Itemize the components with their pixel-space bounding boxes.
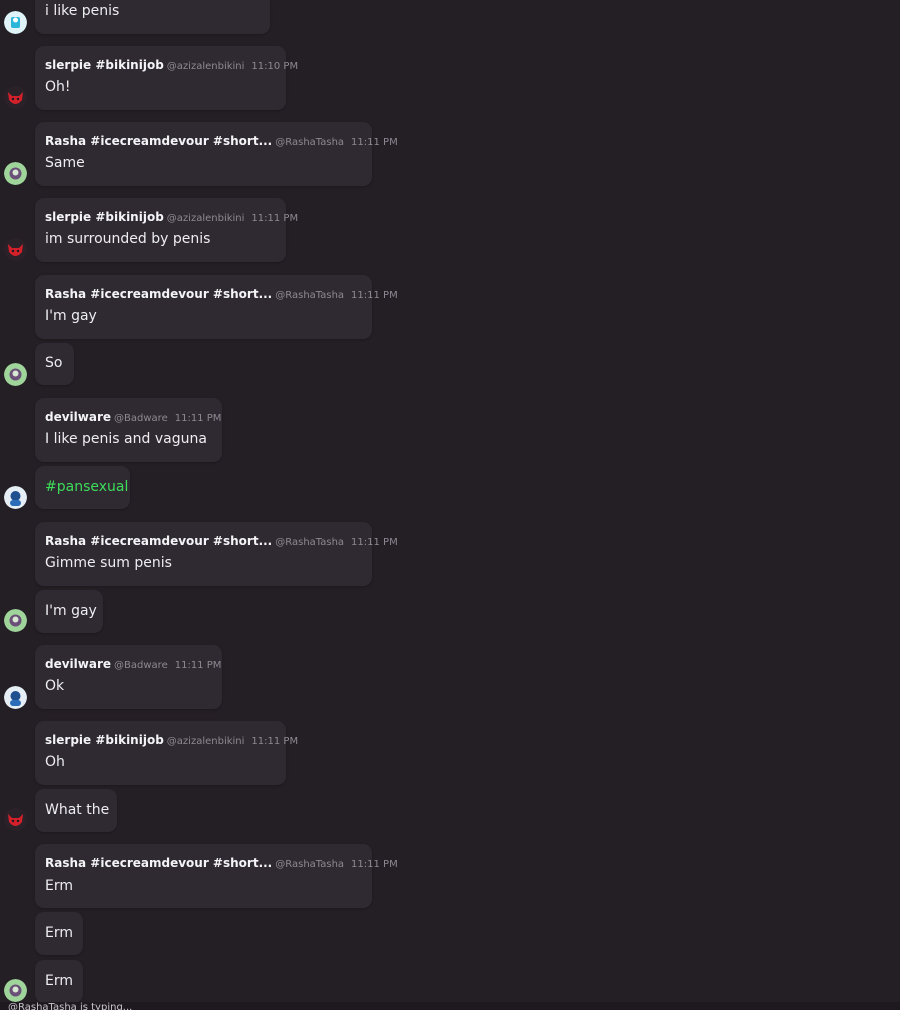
author-name[interactable]: slerpie #bikinijob — [45, 733, 164, 747]
user-avatar-icon[interactable] — [4, 609, 27, 632]
message-bubble[interactable]: slerpie #bikinijob @azizalenbikini 11:10 P… — [35, 46, 298, 110]
author-name[interactable]: Rasha #icecreamdevour #short... — [45, 287, 272, 301]
message-bubble[interactable]: devilware @Badware 11:11 PM Ok — [35, 645, 222, 709]
author-handle[interactable]: @azizalenbikini — [167, 61, 245, 72]
message-header: Rasha #icecreamdevour #short... @RashaTas… — [45, 855, 398, 872]
message-bubble[interactable]: slerpie #bikinijob @azizalenbikini 11:11 P… — [35, 198, 298, 262]
message-bubble[interactable]: Rasha #icecreamdevour #short... @RashaTas… — [35, 122, 398, 186]
message-bubble[interactable]: Rasha #icecreamdevour #short... @RashaTas… — [35, 522, 398, 586]
author-handle[interactable]: @RashaTasha — [275, 290, 344, 301]
typing-indicator-text: @RashaTasha is typing... — [8, 1002, 133, 1010]
message-bubble[interactable]: devilware @Badware 11:11 PM I like penis a… — [35, 398, 222, 462]
user-avatar-icon[interactable] — [4, 979, 27, 1002]
author-handle[interactable]: @azizalenbikini — [167, 213, 245, 224]
message-header: devilware @Badware 11:11 PM — [45, 656, 221, 673]
user-avatar-icon[interactable] — [4, 162, 27, 185]
message-bubble[interactable]: Rasha #icecreamdevour #short... @RashaTas… — [35, 275, 398, 339]
author-name[interactable]: slerpie #bikinijob — [45, 210, 164, 224]
message-header: slerpie #bikinijob @azizalenbikini 11:11 P… — [45, 732, 298, 749]
author-name[interactable]: Rasha #icecreamdevour #short... — [45, 134, 272, 148]
author-handle[interactable]: @Badware — [114, 413, 168, 424]
devil-avatar-icon[interactable] — [4, 86, 27, 109]
message-bubble[interactable]: #pansexual — [35, 466, 130, 509]
timestamp: 11:11 PM — [174, 660, 222, 671]
user-avatar-icon[interactable] — [4, 363, 27, 386]
timestamp: 11:11 PM — [251, 736, 299, 747]
devil-avatar-icon[interactable] — [4, 238, 27, 261]
devil-avatar-icon[interactable] — [4, 808, 27, 831]
message-text: Gimme sum penis — [45, 555, 172, 571]
user-avatar-icon[interactable] — [4, 486, 27, 509]
message-bubble[interactable]: So — [35, 343, 74, 385]
author-handle[interactable]: @Badware — [114, 660, 168, 671]
author-handle[interactable]: @RashaTasha — [275, 137, 344, 148]
message-text: Erm — [45, 925, 73, 941]
timestamp: 11:11 PM — [251, 213, 299, 224]
author-handle[interactable]: @RashaTasha — [275, 537, 344, 548]
message-text: Erm — [45, 878, 73, 894]
message-text: i like penis — [45, 3, 120, 19]
message-text: Oh — [45, 754, 65, 770]
message-text: I'm gay — [45, 308, 97, 324]
user-avatar-icon[interactable] — [4, 11, 27, 34]
message-bubble[interactable]: i like penis — [35, 0, 270, 34]
message-text: im surrounded by penis — [45, 231, 211, 247]
message-bubble[interactable]: I'm gay — [35, 590, 103, 633]
message-header: Rasha #icecreamdevour #short... @RashaTas… — [45, 533, 398, 550]
timestamp: 11:11 PM — [351, 537, 398, 548]
message-text: What the — [45, 802, 110, 818]
message-text: I like penis and vaguna — [45, 431, 207, 447]
message-text: Oh! — [45, 79, 71, 95]
hashtag-link[interactable]: #pansexual — [45, 478, 128, 496]
message-header: devilware @Badware 11:11 PM — [45, 409, 221, 426]
author-handle[interactable]: @RashaTasha — [275, 859, 344, 870]
message-bubble[interactable]: Erm — [35, 960, 83, 1003]
author-handle[interactable]: @azizalenbikini — [167, 736, 245, 747]
message-bubble[interactable]: What the — [35, 789, 117, 832]
author-name[interactable]: Rasha #icecreamdevour #short... — [45, 534, 272, 548]
author-name[interactable]: Rasha #icecreamdevour #short... — [45, 856, 272, 870]
message-header: slerpie #bikinijob @azizalenbikini 11:11 P… — [45, 209, 298, 226]
typing-indicator: @RashaTasha is typing... — [0, 1002, 900, 1010]
message-bubble[interactable]: Erm — [35, 912, 83, 955]
timestamp: 11:11 PM — [351, 290, 398, 301]
message-bubble[interactable]: slerpie #bikinijob @azizalenbikini 11:11 P… — [35, 721, 298, 785]
author-name[interactable]: devilware — [45, 410, 111, 424]
message-text: I'm gay — [45, 603, 97, 619]
user-avatar-icon[interactable] — [4, 686, 27, 709]
message-text: Erm — [45, 973, 73, 989]
author-name[interactable]: devilware — [45, 657, 111, 671]
timestamp: 11:10 PM — [251, 61, 299, 72]
message-bubble[interactable]: Rasha #icecreamdevour #short... @RashaTas… — [35, 844, 398, 908]
message-header: slerpie #bikinijob @azizalenbikini 11:10 P… — [45, 57, 298, 74]
timestamp: 11:11 PM — [351, 137, 398, 148]
message-header: Rasha #icecreamdevour #short... @RashaTas… — [45, 133, 398, 150]
message-text: So — [45, 355, 63, 371]
message-header: Rasha #icecreamdevour #short... @RashaTas… — [45, 286, 398, 303]
timestamp: 11:11 PM — [174, 413, 222, 424]
author-name[interactable]: slerpie #bikinijob — [45, 58, 164, 72]
message-text: Same — [45, 155, 85, 171]
message-text: Ok — [45, 678, 65, 694]
timestamp: 11:11 PM — [351, 859, 398, 870]
